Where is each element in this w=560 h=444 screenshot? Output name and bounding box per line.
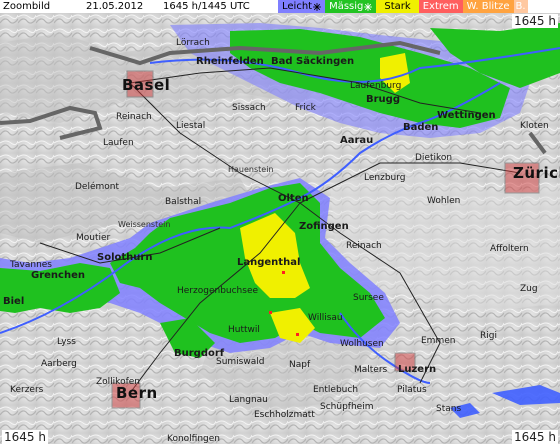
place-label: Kloten (520, 121, 549, 131)
place-label: Bern (116, 384, 158, 402)
place-label: Aarau (340, 135, 374, 146)
place-label: Baden (403, 122, 439, 133)
place-label: Wolhusen (340, 339, 384, 349)
place-label: Huttwil (228, 325, 260, 335)
legend-label: B. (515, 1, 526, 12)
place-label: Hauenstein (228, 165, 274, 174)
place-label: Langenthal (237, 257, 301, 268)
place-label: Willisau (308, 313, 343, 323)
place-label: Wohlen (427, 196, 461, 206)
map-date: 21.05.2012 (86, 1, 144, 12)
place-label: Laufen (103, 138, 134, 148)
place-label: Stans (436, 404, 462, 414)
corner-time-bottom-left: 1645 h (2, 430, 48, 444)
place-label: Laufenburg (350, 81, 402, 91)
place-label: Tavannes (10, 260, 52, 270)
place-label: Sissach (232, 103, 266, 113)
legend-label: Stark (384, 1, 411, 12)
place-label: Basel (122, 76, 171, 94)
place-label: Reinach (116, 112, 152, 122)
place-label: Sursee (353, 293, 384, 303)
place-label: Brugg (366, 94, 400, 105)
intensity-legend: Leicht Mässig Stark Extrem W. Blitze B. (278, 0, 528, 13)
place-label: Zug (520, 284, 538, 294)
place-label: Rheinfelden (196, 56, 264, 67)
place-label: Konolfingen (167, 434, 220, 444)
place-label: Bad Säckingen (271, 56, 355, 67)
snowflake-icon (364, 2, 373, 11)
place-label: Sumiswald (216, 357, 265, 367)
place-label: Zürich (513, 164, 560, 182)
legend-label: Mässig (329, 1, 364, 12)
place-label: Lörrach (176, 38, 210, 48)
place-label: Weissenstein (118, 220, 171, 229)
map-time: 1645 h/1445 UTC (163, 1, 250, 12)
map-title: Zoombild (3, 1, 51, 12)
place-label: Pilatus (397, 385, 427, 395)
legend-b: B. (513, 0, 528, 13)
place-label: Emmen (421, 336, 456, 346)
legend-label: Extrem (422, 1, 459, 12)
radar-map[interactable] (0, 13, 560, 444)
corner-time-bottom-right: 1645 h (512, 430, 558, 444)
legend-label: Leicht (282, 1, 313, 12)
legend-leicht: Leicht (278, 0, 326, 13)
place-label: Zollikofen (96, 377, 140, 387)
place-label: Biel (3, 296, 25, 307)
place-label: Olten (278, 193, 309, 204)
place-label: Eschholzmatt (254, 410, 315, 420)
place-label: Lenzburg (364, 173, 406, 183)
place-label: Napf (289, 360, 311, 370)
place-label: Liestal (176, 121, 206, 131)
place-label: Luzern (398, 364, 437, 375)
place-label: Balsthal (165, 197, 202, 207)
place-label: Schüpfheim (320, 402, 374, 412)
legend-label: W. Blitze (466, 1, 510, 12)
place-label: Frick (295, 103, 316, 113)
radar-viewer: Zoombild 21.05.2012 1645 h/1445 UTC Leic… (0, 0, 560, 444)
legend-extrem: Extrem (418, 0, 463, 13)
place-label: Kerzers (10, 385, 44, 395)
place-label: Affoltern (490, 244, 529, 254)
place-label: Delémont (75, 182, 120, 192)
place-label: Malters (354, 365, 388, 375)
place-label: Herzogenbuchsee (177, 286, 259, 296)
place-label: Rigi (480, 331, 497, 341)
place-label: Langnau (229, 395, 268, 405)
legend-massig: Mässig (325, 0, 377, 13)
place-label: Moutier (76, 233, 111, 243)
corner-time-top-right: 1645 h (512, 14, 558, 28)
place-label: Solothurn (97, 252, 153, 263)
place-label: Aarberg (41, 359, 77, 369)
header-bar: Zoombild 21.05.2012 1645 h/1445 UTC Leic… (0, 0, 560, 13)
place-label: Wettingen (437, 110, 496, 121)
place-label: Grenchen (31, 270, 85, 281)
legend-stark: Stark (376, 0, 419, 13)
place-label: Entlebuch (313, 385, 359, 395)
legend-blitze: W. Blitze (462, 0, 514, 13)
place-label: Reinach (346, 241, 382, 251)
place-label: Zofingen (299, 221, 349, 232)
place-label: Dietikon (415, 153, 453, 163)
place-label: Lyss (57, 337, 76, 347)
snowflake-icon (313, 2, 322, 11)
